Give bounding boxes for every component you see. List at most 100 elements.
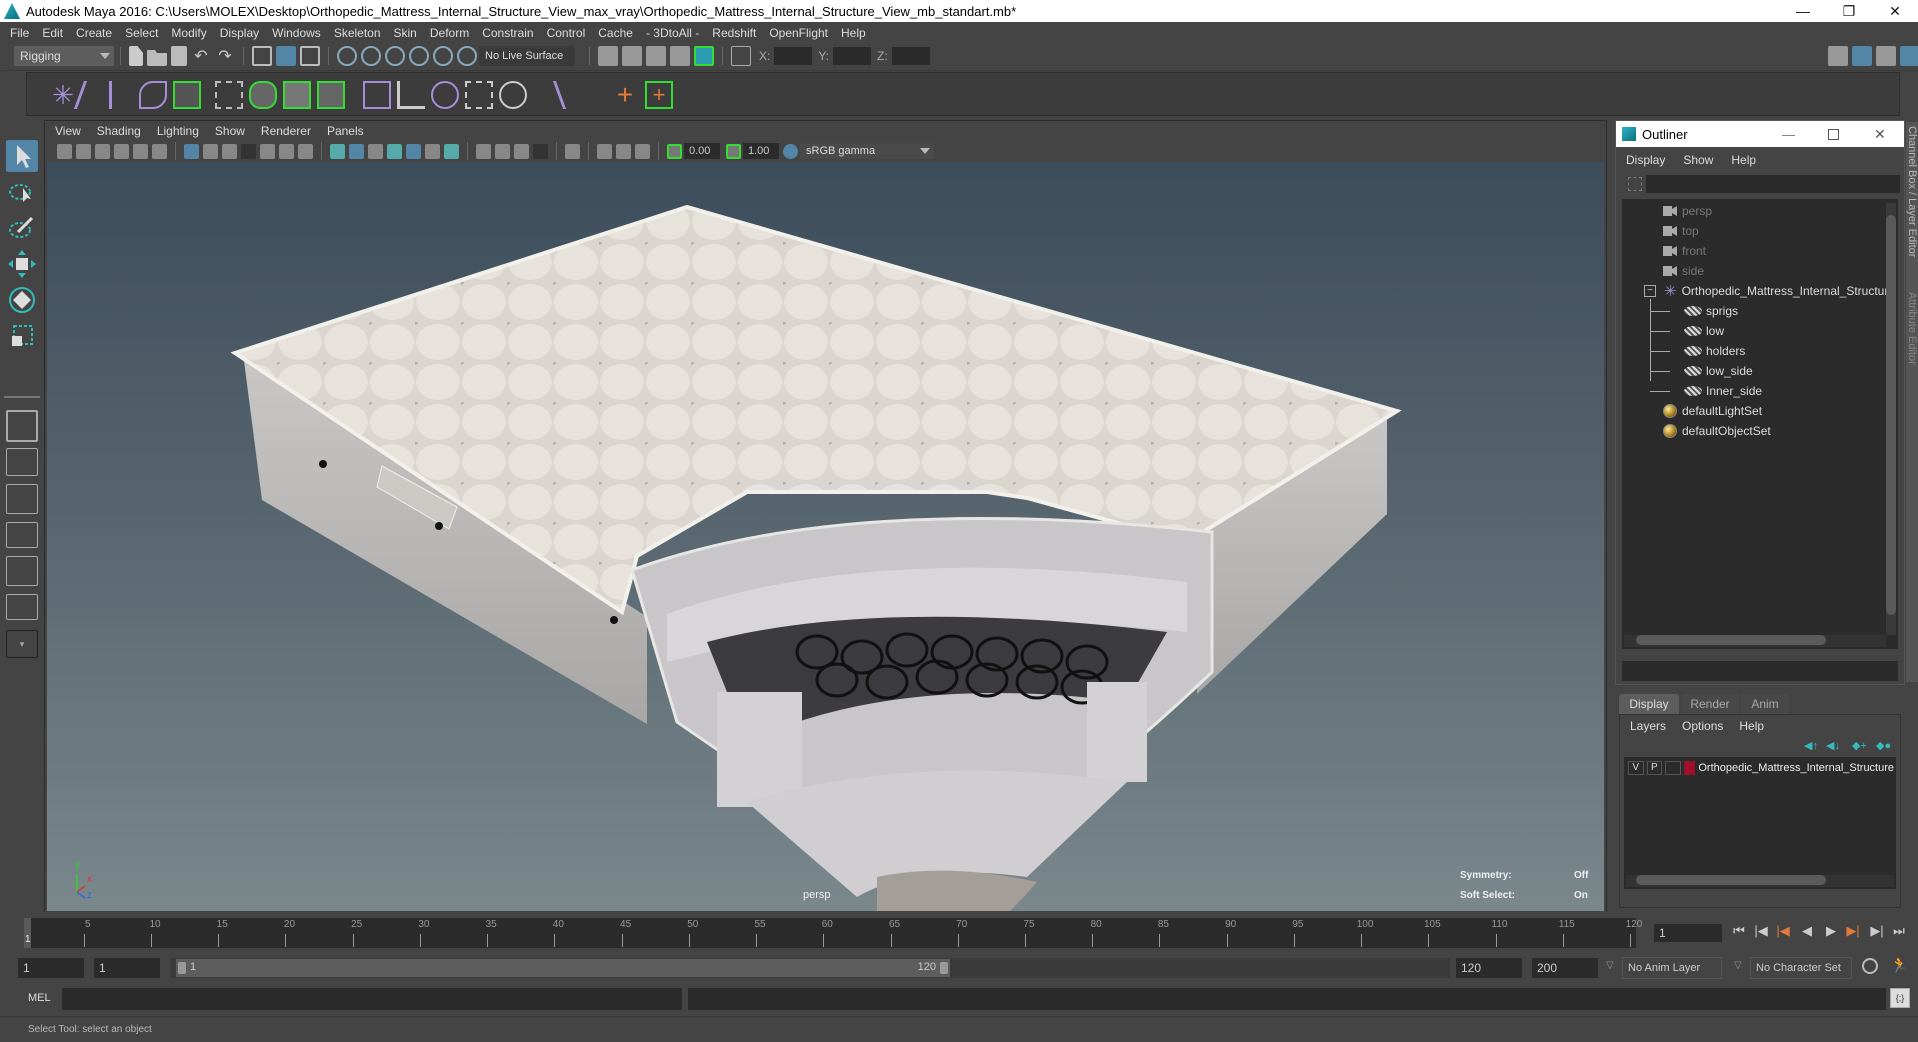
outliner-item-default-object-set[interactable]: defaultObjectSet [1663,421,1771,441]
undo-icon[interactable]: ↶ [191,46,211,66]
panel-menu-view[interactable]: View [55,124,81,138]
render-view-icon[interactable] [598,46,618,66]
layer-visibility-toggle[interactable]: V [1628,761,1644,775]
outliner-vertical-scrollbar[interactable] [1886,203,1896,635]
single-perspective-layout-icon[interactable] [6,410,38,442]
menu-skin[interactable]: Skin [394,26,417,40]
outliner-horizontal-scrollbar[interactable] [1624,635,1886,647]
persp-graph-layout-icon[interactable] [6,522,38,548]
bookmark-icon[interactable] [95,143,110,159]
lattice-icon[interactable] [283,81,311,109]
move-tool-icon[interactable] [6,248,38,280]
scale-tool-icon[interactable] [6,320,38,352]
motion-blur-icon[interactable] [495,143,510,159]
menu-select[interactable]: Select [125,26,158,40]
hypershade-layout-icon[interactable] [6,556,38,586]
layer-menu-help[interactable]: Help [1739,719,1764,733]
menu-deform[interactable]: Deform [430,26,469,40]
outliner-item-group[interactable]: − ✳ Orthopedic_Mattress_Internal_Structu… [1644,281,1895,301]
exposure-field[interactable]: 0.00 [684,143,720,159]
outliner-item-persp[interactable]: persp [1663,201,1712,221]
animation-preferences-icon[interactable]: 🏃 [1890,956,1909,974]
snap-surface-icon[interactable] [433,46,453,66]
hypershade-icon[interactable] [694,46,714,66]
range-start-grip[interactable] [178,962,186,974]
menuset-dropdown[interactable]: Rigging [14,46,114,66]
select-component-icon[interactable] [300,46,320,66]
snap-live-icon[interactable] [457,46,477,66]
auto-key-icon[interactable] [1862,958,1878,974]
snap-projected-icon[interactable] [409,46,429,66]
new-scene-icon[interactable] [129,46,143,66]
menu-display[interactable]: Display [220,26,259,40]
go-to-end-icon[interactable]: ⏭ [1890,922,1908,940]
rivet-icon[interactable]: + [645,81,673,109]
menu-control[interactable]: Control [547,26,586,40]
panel-menu-show[interactable]: Show [215,124,245,138]
attribute-editor-tab[interactable]: Attribute Editor [1906,292,1918,365]
character-set-dropdown[interactable]: No Character Set [1750,957,1852,979]
color-management-icon[interactable] [783,143,798,159]
panel-menu-lighting[interactable]: Lighting [157,124,199,138]
safe-title-icon[interactable] [298,143,313,159]
tool-settings-icon[interactable] [1876,46,1896,66]
outliner-item-top[interactable]: top [1663,221,1699,241]
select-tool-icon[interactable] [6,140,38,172]
outliner-item-front[interactable]: front [1663,241,1706,261]
exposure-icon[interactable] [667,143,682,159]
color-space-dropdown[interactable]: sRGB gamma [800,143,934,159]
channel-box-toggle-icon[interactable] [1900,46,1918,66]
use-default-material-icon[interactable] [368,143,383,159]
outliner-item-low-side[interactable]: low_side [1650,361,1753,381]
menu-openflight[interactable]: OpenFlight [769,26,828,40]
panel-menu-renderer[interactable]: Renderer [261,124,311,138]
y-field[interactable] [833,47,872,65]
step-back-frame-icon[interactable]: |◀ [1752,922,1770,940]
outliner-menu-show[interactable]: Show [1683,153,1713,167]
layer-display-type-toggle[interactable] [1665,761,1681,775]
redo-icon[interactable]: ↷ [215,46,235,66]
play-forwards-icon[interactable]: ▶ [1822,922,1840,940]
scroll-thumb[interactable] [1636,875,1826,885]
depth-of-field-icon[interactable] [533,143,548,159]
locator-icon[interactable]: + [611,81,639,109]
four-view-layout-icon[interactable] [6,448,38,476]
playback-end-field[interactable]: 120 [1456,958,1522,978]
outliner-close-button[interactable]: ✕ [1874,126,1886,143]
outliner-filter-input[interactable] [1646,175,1900,193]
menu-windows[interactable]: Windows [272,26,321,40]
humanik-icon[interactable] [173,81,201,109]
lasso-tool-icon[interactable] [6,176,38,208]
film-gate-icon[interactable] [203,143,218,159]
filter-select-icon[interactable] [1628,177,1642,191]
close-button[interactable]: ✕ [1872,0,1918,22]
layer-playback-toggle[interactable]: P [1646,761,1663,775]
collapse-toggle-icon[interactable]: − [1644,285,1656,297]
point-constraint-icon[interactable] [397,81,425,109]
outliner-item-inner-side[interactable]: Inner_side [1650,381,1762,401]
tab-anim[interactable]: Anim [1741,694,1789,714]
new-empty-layer-icon[interactable]: ◆+ [1852,739,1867,752]
menu-file[interactable]: File [10,26,29,40]
save-scene-icon[interactable] [171,46,187,66]
scale-constraint-icon[interactable] [465,81,493,109]
start-frame-field[interactable]: 1 [18,958,84,978]
move-layer-up-icon[interactable]: ◀↑ [1804,739,1818,752]
modeling-toolkit-icon[interactable] [1828,46,1848,66]
panel-menu-shading[interactable]: Shading [97,124,141,138]
wireframe-on-shaded-icon[interactable] [387,143,402,159]
resolution-gate-icon[interactable] [222,143,237,159]
range-slider-track[interactable]: 1 120 [170,958,1450,978]
scroll-thumb[interactable] [1886,215,1896,615]
smooth-shade-icon[interactable] [349,143,364,159]
channel-box-tab[interactable]: Channel Box / Layer Editor [1906,126,1918,257]
outliner-item-default-light-set[interactable]: defaultLightSet [1663,401,1762,421]
script-editor-icon[interactable]: {;} [1890,988,1910,1008]
outliner-maximize-button[interactable] [1828,128,1839,140]
layer-row[interactable]: V P Orthopedic_Mattress_Internal_Structu… [1628,761,1894,775]
grid-icon[interactable] [184,143,199,159]
minimize-button[interactable]: — [1780,0,1826,22]
chevron-down-icon[interactable]: ▽ [1606,960,1614,971]
isolate-select-icon[interactable] [565,143,580,159]
menu-help[interactable]: Help [841,26,866,40]
